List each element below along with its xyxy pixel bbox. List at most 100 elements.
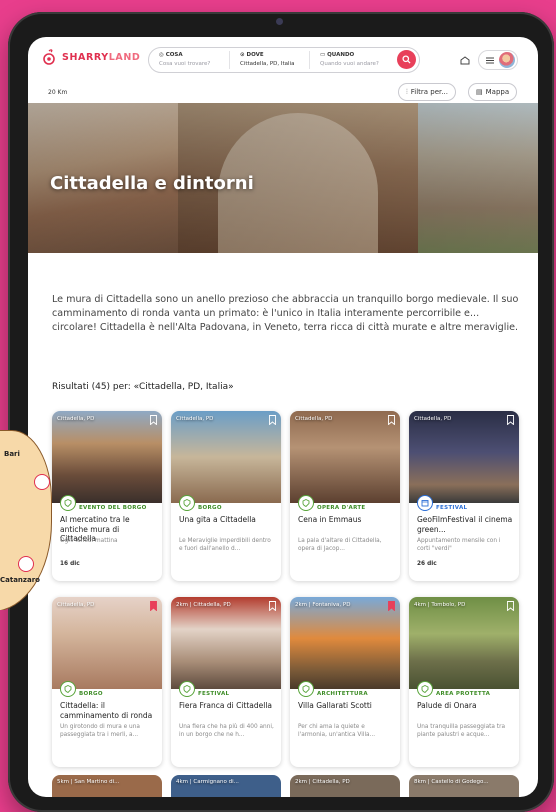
- card-category: OPERA D'ARTE: [317, 505, 366, 511]
- card-location: 5km | San Martino di...: [57, 779, 120, 785]
- bookmark-icon[interactable]: [507, 415, 514, 425]
- search-when-label: ▭ QUANDO: [320, 52, 355, 58]
- map-pin-icon[interactable]: [34, 474, 50, 490]
- card-location: 8km | Castello di Godego...: [414, 779, 489, 785]
- result-card-partial[interactable]: 2km | Cittadella, PD: [290, 775, 400, 797]
- search-where-field[interactable]: ⊙ DOVE Cittadella, PD, Italia: [229, 51, 309, 69]
- result-card[interactable]: Cittadella, PD OPERA D'ARTE Cena in Emma…: [290, 411, 400, 581]
- category-shield-icon: [179, 495, 195, 511]
- radius-value: 20 Km: [48, 89, 68, 96]
- hero-banner: Cittadella e dintorni: [28, 103, 538, 253]
- card-description: Una fiera che ha più di 400 anni, in un …: [179, 724, 274, 738]
- card-category: AREA PROTETTA: [436, 691, 491, 697]
- card-location: Cittadella, PD: [57, 416, 95, 422]
- card-title: Una gita a Cittadella: [179, 515, 256, 524]
- brand-name: SHARRYLAND: [62, 52, 140, 63]
- card-location: Cittadella, PD: [414, 416, 452, 422]
- category-shield-icon: [298, 681, 314, 697]
- avatar: [499, 52, 515, 68]
- bookmark-icon[interactable]: [507, 601, 514, 611]
- map-button[interactable]: ▤ Mappa: [468, 83, 518, 101]
- screen: SHARRYLAND ◎ COSA Cosa vuoi trovare? ⊙ D…: [28, 37, 538, 797]
- card-category: FESTIVAL: [436, 505, 468, 511]
- search-when-field[interactable]: ▭ QUANDO Quando vuoi andare?: [309, 51, 389, 69]
- card-category: FESTIVAL: [198, 691, 230, 697]
- filter-icon: ⫶: [406, 87, 408, 96]
- search-when-placeholder: Quando vuoi andare?: [320, 61, 379, 67]
- result-card[interactable]: 4km | Tombolo, PD AREA PROTETTA Palude d…: [409, 597, 519, 767]
- map-label-bari: Bari: [4, 450, 20, 458]
- search-what-placeholder: Cosa vuoi trovare?: [159, 61, 211, 67]
- bookmark-icon[interactable]: [269, 415, 276, 425]
- camera-icon: [276, 18, 283, 25]
- result-card[interactable]: Cittadella, PD EVENTO DEL BORGO Al merca…: [52, 411, 162, 581]
- result-card-partial[interactable]: 4km | Carmignano di...: [171, 775, 281, 797]
- result-card[interactable]: Cittadella, PD BORGO Una gita a Cittadel…: [171, 411, 281, 581]
- card-description: La pala d'altare di Cittadella, opera di…: [298, 538, 382, 552]
- card-description: Le Meraviglie imperdibili dentro e fuori…: [179, 538, 271, 552]
- category-shield-icon: [60, 681, 76, 697]
- tablet-frame: SHARRYLAND ◎ COSA Cosa vuoi trovare? ⊙ D…: [8, 12, 554, 812]
- card-location: Cittadella, PD: [295, 416, 333, 422]
- result-card[interactable]: 2km | Cittadella, PD FESTIVAL Fiera Fran…: [171, 597, 281, 767]
- logo[interactable]: SHARRYLAND: [42, 49, 140, 65]
- card-title: Cittadella: il camminamento di ronda: [60, 701, 153, 720]
- home-icon[interactable]: [460, 55, 470, 65]
- card-description: Una tranquilla passeggiata tra piante pa…: [417, 724, 506, 738]
- result-card-partial[interactable]: 5km | San Martino di...: [52, 775, 162, 797]
- category-shield-icon: [60, 495, 76, 511]
- card-image: [171, 597, 281, 689]
- bookmark-icon[interactable]: [150, 415, 157, 425]
- card-description: Ogni lunedì mattina: [60, 538, 118, 544]
- category-calendar-icon: [417, 495, 433, 511]
- bookmark-icon[interactable]: [269, 601, 276, 611]
- intro-text: Le mura di Cittadella sono un anello pre…: [52, 293, 519, 333]
- search-where-value: Cittadella, PD, Italia: [240, 61, 295, 67]
- category-shield-icon: [417, 681, 433, 697]
- category-shield-icon: [298, 495, 314, 511]
- search-bar[interactable]: ◎ COSA Cosa vuoi trovare? ⊙ DOVE Cittade…: [148, 47, 420, 73]
- nav-right: [460, 50, 518, 70]
- result-card[interactable]: Cittadella, PD FESTIVAL GeoFilmFestival …: [409, 411, 519, 581]
- bookmark-icon[interactable]: [388, 415, 395, 425]
- brand-first: SHARRY: [62, 51, 109, 63]
- map-label-catanzaro: Catanzaro: [0, 576, 40, 584]
- card-image: [409, 411, 519, 503]
- card-date: 26 dic: [417, 561, 437, 567]
- card-category: BORGO: [198, 505, 222, 511]
- card-image: [409, 597, 519, 689]
- result-card-partial[interactable]: 8km | Castello di Godego...: [409, 775, 519, 797]
- search-what-label: ◎ COSA: [159, 52, 183, 58]
- bookmark-icon[interactable]: [388, 601, 395, 611]
- results-title: Risultati (45) per: «Cittadella, PD, Ita…: [52, 382, 234, 392]
- filter-button-label: Filtra per...: [410, 88, 448, 96]
- result-card[interactable]: Cittadella, PD BORGO Cittadella: il camm…: [52, 597, 162, 767]
- card-image: [290, 411, 400, 503]
- search-button[interactable]: [397, 50, 416, 69]
- user-menu-button[interactable]: [478, 50, 518, 70]
- card-image: [171, 411, 281, 503]
- card-title: Villa Gallarati Scotti: [298, 701, 372, 710]
- card-description: Un girotondo di mura e una passeggiata t…: [60, 724, 140, 738]
- result-card[interactable]: 2km | Fontaniva, PD ARCHITETTURA Villa G…: [290, 597, 400, 767]
- card-title: Fiera Franca di Cittadella: [179, 701, 272, 710]
- bookmark-icon[interactable]: [150, 601, 157, 611]
- card-location: Cittadella, PD: [176, 416, 214, 422]
- filter-button[interactable]: ⫶ Filtra per...: [398, 83, 456, 101]
- card-title: Palude di Onara: [417, 701, 477, 710]
- map-pin-icon[interactable]: [18, 556, 34, 572]
- search-what-field[interactable]: ◎ COSA Cosa vuoi trovare?: [149, 51, 229, 69]
- card-title: GeoFilmFestival il cinema green...: [417, 515, 513, 534]
- filter-row: 20 Km ⫶ Filtra per... ▤ Mappa: [28, 83, 538, 105]
- search-icon: [402, 55, 411, 64]
- card-category: EVENTO DEL BORGO: [79, 505, 147, 511]
- card-image: [290, 597, 400, 689]
- card-location: 4km | Tombolo, PD: [414, 602, 466, 608]
- card-title: Cena in Emmaus: [298, 515, 362, 524]
- brand-second: LAND: [108, 51, 141, 63]
- card-location: 2km | Fontaniva, PD: [295, 602, 351, 608]
- top-nav: SHARRYLAND ◎ COSA Cosa vuoi trovare? ⊙ D…: [28, 37, 538, 77]
- card-location: 2km | Cittadella, PD: [176, 602, 231, 608]
- card-image: [52, 411, 162, 503]
- page-title: Cittadella e dintorni: [50, 173, 254, 194]
